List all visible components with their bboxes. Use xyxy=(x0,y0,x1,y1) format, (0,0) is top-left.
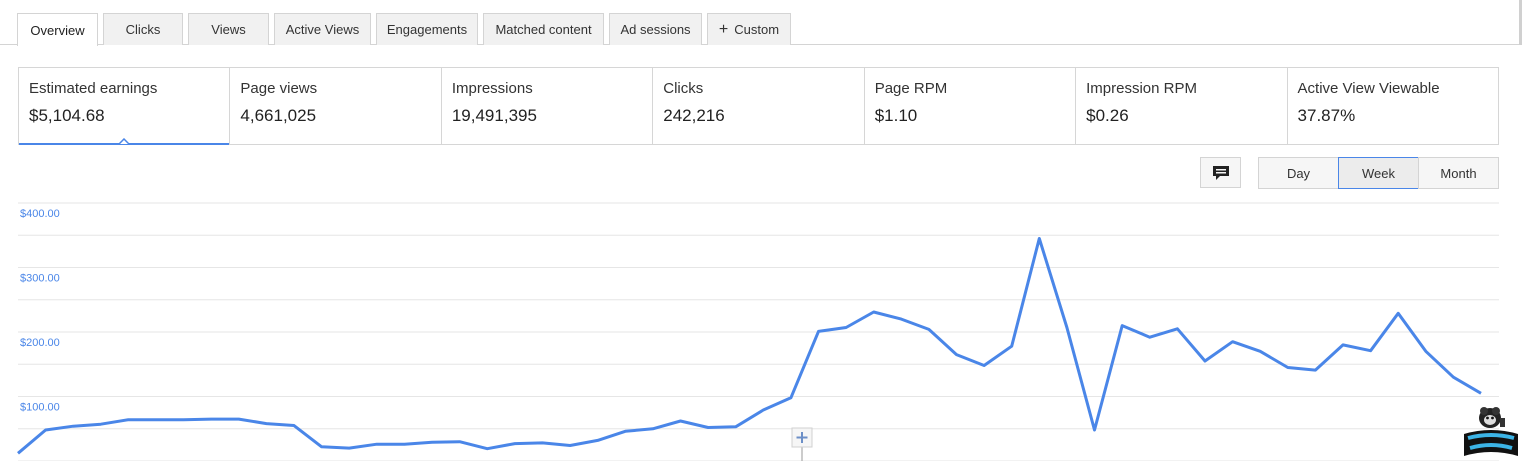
granularity-label: Day xyxy=(1286,165,1311,181)
chart-series xyxy=(17,237,1482,455)
comment-icon xyxy=(1212,165,1229,180)
series-line xyxy=(17,237,1482,455)
metric-value: $0.26 xyxy=(1086,106,1129,125)
tab-custom[interactable]: + Custom xyxy=(707,13,791,45)
metric-cards: Estimated earnings $5,104.68 Page views … xyxy=(18,67,1499,145)
tab-bar: Overview Clicks Views Active Views Engag… xyxy=(0,0,1524,46)
tab-label: Custom xyxy=(734,22,780,37)
metric-card-impression-rpm[interactable]: Impression RPM $0.26 xyxy=(1076,68,1288,144)
annotation-button[interactable] xyxy=(1200,157,1241,188)
granularity-label: Month xyxy=(1440,165,1477,181)
tab-engagements[interactable]: Engagements xyxy=(376,13,478,45)
tab-label: Views xyxy=(211,22,246,37)
plus-icon: + xyxy=(718,20,729,38)
tab-overview[interactable]: Overview xyxy=(17,13,98,46)
metric-value: 37.87% xyxy=(1297,106,1356,125)
y-tick-label: $200.00 xyxy=(20,337,60,349)
chart-gridlines xyxy=(18,202,1499,461)
granularity-label: Week xyxy=(1362,165,1395,181)
metric-value: 4,661,025 xyxy=(240,106,317,125)
metric-card-clicks[interactable]: Clicks 242,216 xyxy=(653,68,865,144)
granularity-month-button[interactable]: Month xyxy=(1418,157,1499,189)
metric-card-active-view-viewable[interactable]: Active View Viewable 37.87% xyxy=(1288,68,1498,144)
tab-label: Active Views xyxy=(285,22,360,37)
one-smart-sheep-logo xyxy=(1464,407,1518,456)
y-tick-label: $100.00 xyxy=(20,402,60,414)
tab-label: Matched content xyxy=(495,22,592,37)
tab-matched-content[interactable]: Matched content xyxy=(483,13,604,45)
tab-clicks[interactable]: Clicks xyxy=(103,13,183,45)
granularity-week-button[interactable]: Week xyxy=(1338,157,1419,189)
caret-up-icon xyxy=(119,138,129,144)
metric-value: $1.10 xyxy=(874,106,918,125)
metric-value: 19,491,395 xyxy=(451,106,537,125)
metric-card-page-views[interactable]: Page views 4,661,025 xyxy=(230,68,442,144)
tab-label: Clicks xyxy=(125,22,161,37)
tab-label: Engagements xyxy=(386,22,468,37)
window-edge xyxy=(1519,0,1522,45)
add-annotation-button[interactable] xyxy=(791,427,813,461)
tab-active-views[interactable]: Active Views xyxy=(274,13,371,45)
metric-value: 242,216 xyxy=(663,106,725,125)
y-tick-label: $300.00 xyxy=(20,273,60,285)
metric-value: $5,104.68 xyxy=(29,106,105,125)
metric-label: Page views xyxy=(240,80,318,97)
metric-label: Impressions xyxy=(451,80,533,97)
y-axis-ticks: $400.00 $300.00 $200.00 $100.00 xyxy=(20,208,60,414)
metric-label: Estimated earnings xyxy=(29,80,158,97)
metric-card-page-rpm[interactable]: Page RPM $1.10 xyxy=(865,68,1077,144)
granularity-day-button[interactable]: Day xyxy=(1258,157,1339,189)
metric-label: Clicks xyxy=(663,80,704,97)
tab-views[interactable]: Views xyxy=(188,13,269,45)
metric-card-estimated-earnings[interactable]: Estimated earnings $5,104.68 xyxy=(19,68,231,145)
tab-label: Ad sessions xyxy=(620,22,691,37)
tab-label: Overview xyxy=(30,22,85,38)
metric-label: Page RPM xyxy=(874,80,948,97)
metric-label: Active View Viewable xyxy=(1297,80,1440,97)
earnings-line-chart: $400.00 $300.00 $200.00 $100.00 xyxy=(17,202,1499,461)
tab-ad-sessions[interactable]: Ad sessions xyxy=(609,13,702,45)
y-tick-label: $400.00 xyxy=(20,208,60,220)
metric-card-impressions[interactable]: Impressions 19,491,395 xyxy=(442,68,654,144)
metric-label: Impression RPM xyxy=(1086,80,1197,97)
